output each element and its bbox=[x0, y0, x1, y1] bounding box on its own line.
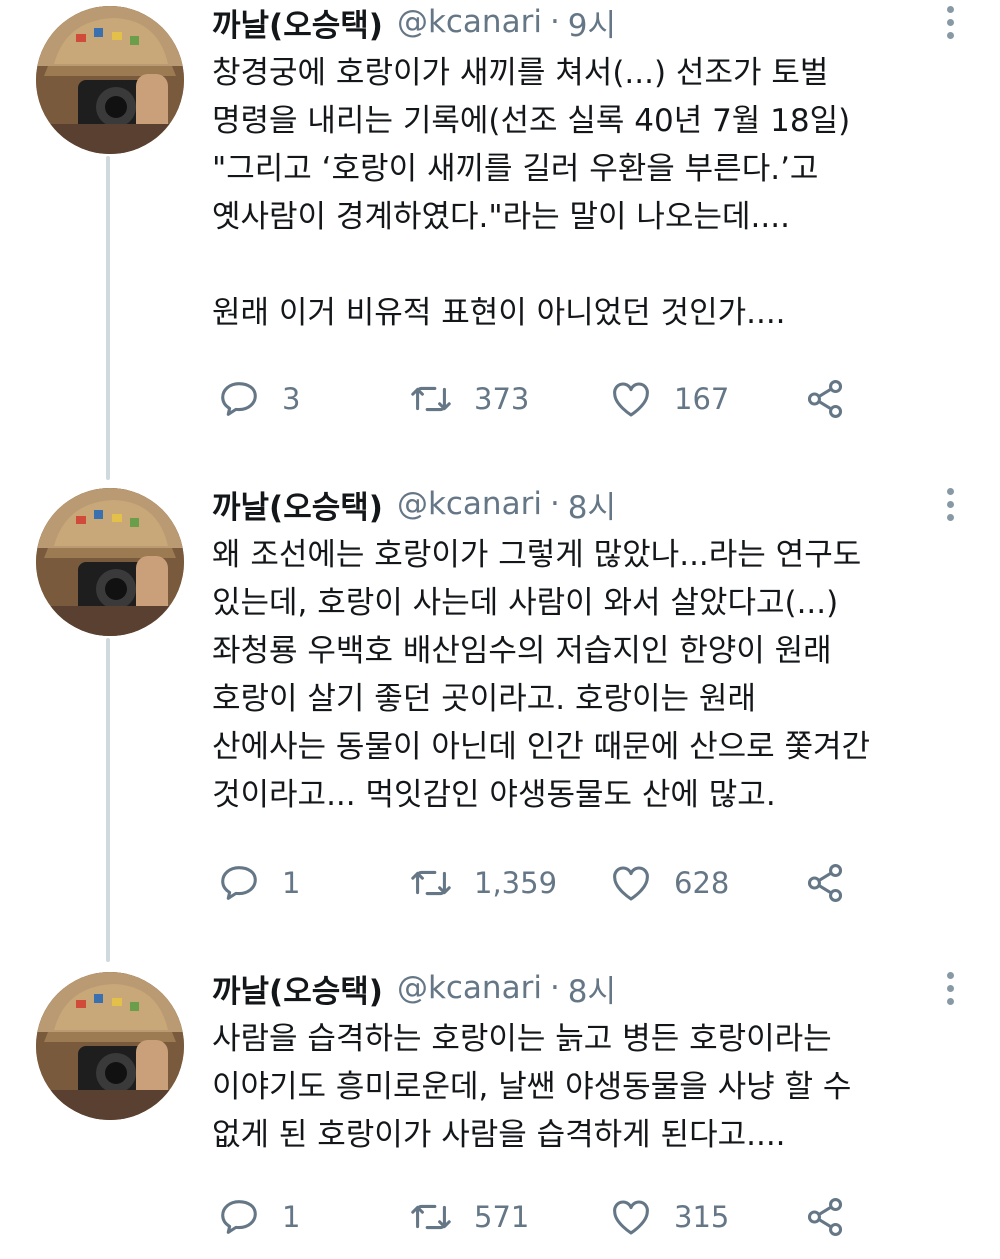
tweet[interactable]: 까날(오승택) @kcanari · 8시 사람을 습격하는 호랑이는 늙고 병… bbox=[0, 964, 1000, 1259]
tweet-text-line: 옛사람이 경계하였다."라는 말이 나오는데.... bbox=[212, 199, 790, 235]
tweet-text-line: 원래 이거 비유적 표현이 아니었던 것인가.... bbox=[212, 295, 786, 331]
tweet-actions: 1 1,359 628 bbox=[212, 858, 872, 908]
avatar[interactable] bbox=[36, 972, 184, 1120]
retweet-icon bbox=[411, 386, 451, 412]
tweet-text-line: 산에사는 동물이 아닌데 인간 때문에 산으로 쫓겨간 bbox=[212, 729, 871, 765]
tweet-actions: 1 571 315 bbox=[212, 1192, 872, 1242]
tweet-text-line: 없게 된 호랑이가 사람을 습격하게 된다고.... bbox=[212, 1117, 786, 1153]
tweet-text-line: "그리고 ‘호랑이 새끼를 길러 우환을 부른다.’고 bbox=[212, 151, 819, 187]
separator-dot: · bbox=[549, 4, 560, 40]
retweet-count: 571 bbox=[474, 1200, 530, 1234]
heart-icon bbox=[613, 382, 649, 417]
avatar-image bbox=[36, 488, 184, 636]
share-button[interactable] bbox=[802, 374, 848, 424]
reply-count: 1 bbox=[282, 1200, 301, 1234]
timestamp[interactable]: 9시 bbox=[568, 0, 616, 45]
reply-count: 3 bbox=[282, 382, 301, 416]
retweet-count: 1,359 bbox=[474, 866, 558, 900]
author-name[interactable]: 까날(오승택) bbox=[212, 482, 383, 527]
like-button[interactable]: 628 bbox=[608, 858, 729, 908]
retweet-count: 373 bbox=[474, 382, 530, 416]
reply-icon bbox=[221, 382, 257, 416]
author-handle[interactable]: @kcanari bbox=[397, 4, 542, 40]
like-count: 628 bbox=[674, 866, 730, 900]
tweet-text-line: 이야기도 흥미로운데, 날쌘 야생동물을 사냥 할 수 bbox=[212, 1069, 852, 1105]
tweet-text-line: 왜 조선에는 호랑이가 그렇게 많았나...라는 연구도 bbox=[212, 537, 862, 573]
heart-icon bbox=[613, 866, 649, 901]
avatar[interactable] bbox=[36, 488, 184, 636]
share-icon bbox=[807, 1198, 843, 1236]
avatar-image bbox=[36, 972, 184, 1120]
retweet-button[interactable]: 373 bbox=[408, 374, 529, 424]
avatar-image bbox=[36, 6, 184, 154]
tweet-text-line: 명령을 내리는 기록에(선조 실록 40년 7월 18일) bbox=[212, 103, 851, 139]
author-handle[interactable]: @kcanari bbox=[397, 970, 542, 1006]
retweet-button[interactable]: 571 bbox=[408, 1192, 529, 1242]
share-icon bbox=[807, 380, 843, 418]
tweet[interactable]: 까날(오승택) @kcanari · 8시 왜 조선에는 호랑이가 그렇게 많았… bbox=[0, 482, 1000, 964]
separator-dot: · bbox=[549, 970, 560, 1006]
tweet-text: 사람을 습격하는 호랑이는 늙고 병든 호랑이라는 이야기도 흥미로운데, 날쌘… bbox=[212, 1015, 972, 1159]
retweet-icon bbox=[411, 1204, 451, 1230]
more-vertical-icon[interactable] bbox=[930, 966, 970, 1010]
reply-count: 1 bbox=[282, 866, 301, 900]
tweet-text-line: 것이라고... 먹잇감인 야생동물도 산에 많고. bbox=[212, 777, 776, 813]
reply-button[interactable]: 3 bbox=[216, 374, 300, 424]
tweet-text-line: 좌청룡 우백호 배산임수의 저습지인 한양이 원래 bbox=[212, 633, 832, 669]
tweet-text-line: 있는데, 호랑이 사는데 사람이 와서 살았다고(...) bbox=[212, 585, 839, 621]
reply-icon bbox=[221, 1200, 257, 1234]
author-name[interactable]: 까날(오승택) bbox=[212, 0, 383, 45]
more-vertical-icon[interactable] bbox=[930, 0, 970, 44]
tweet-text: 왜 조선에는 호랑이가 그렇게 많았나...라는 연구도 있는데, 호랑이 사는… bbox=[212, 531, 972, 819]
more-vertical-icon[interactable] bbox=[930, 482, 970, 526]
like-button[interactable]: 315 bbox=[608, 1192, 729, 1242]
avatar[interactable] bbox=[36, 6, 184, 154]
reply-button[interactable]: 1 bbox=[216, 858, 300, 908]
timestamp[interactable]: 8시 bbox=[568, 482, 616, 527]
tweet-text-line: 호랑이 살기 좋던 곳이라고. 호랑이는 원래 bbox=[212, 681, 756, 717]
retweet-icon bbox=[411, 870, 451, 896]
author-handle[interactable]: @kcanari bbox=[397, 486, 542, 522]
tweet-text-line: 사람을 습격하는 호랑이는 늙고 병든 호랑이라는 bbox=[212, 1021, 832, 1057]
like-count: 315 bbox=[674, 1200, 730, 1234]
tweet[interactable]: 까날(오승택) @kcanari · 9시 창경궁에 호랑이가 새끼를 쳐서(.… bbox=[0, 0, 1000, 482]
like-button[interactable]: 167 bbox=[608, 374, 729, 424]
separator-dot: · bbox=[549, 486, 560, 522]
author-name[interactable]: 까날(오승택) bbox=[212, 966, 383, 1011]
retweet-button[interactable]: 1,359 bbox=[408, 858, 557, 908]
timestamp[interactable]: 8시 bbox=[568, 966, 616, 1011]
reply-icon bbox=[221, 866, 257, 900]
share-icon bbox=[807, 864, 843, 902]
tweet-text: 창경궁에 호랑이가 새끼를 쳐서(...) 선조가 토벌 명령을 내리는 기록에… bbox=[212, 49, 972, 337]
tweet-text-line: 창경궁에 호랑이가 새끼를 쳐서(...) 선조가 토벌 bbox=[212, 55, 829, 91]
reply-button[interactable]: 1 bbox=[216, 1192, 300, 1242]
like-count: 167 bbox=[674, 382, 730, 416]
share-button[interactable] bbox=[802, 858, 848, 908]
heart-icon bbox=[613, 1200, 649, 1235]
tweet-text-line bbox=[212, 241, 972, 289]
share-button[interactable] bbox=[802, 1192, 848, 1242]
tweet-actions: 3 373 167 bbox=[212, 374, 872, 424]
